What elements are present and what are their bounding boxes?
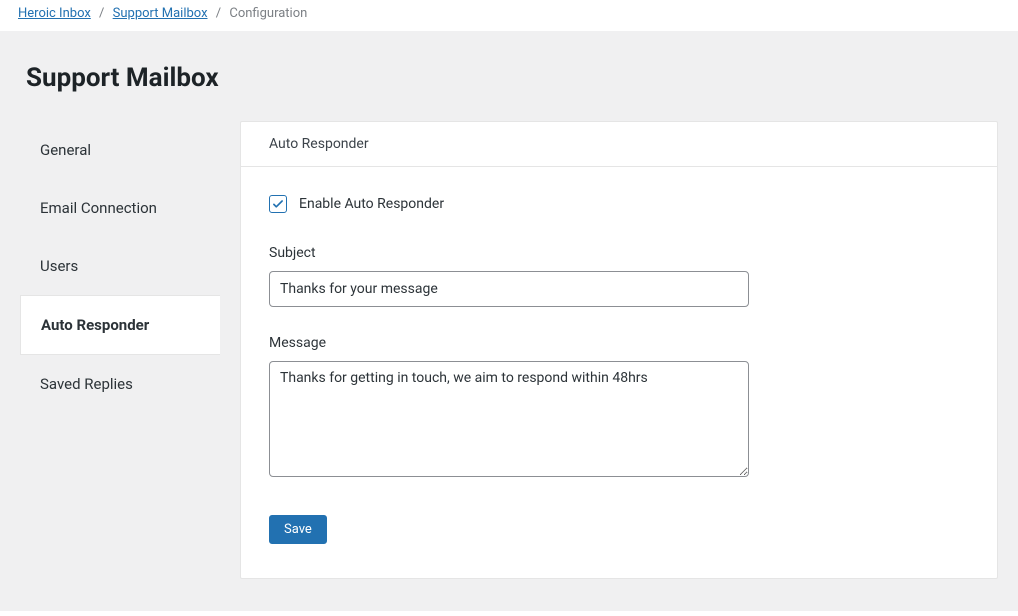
sidebar-item-label: Email Connection [40, 199, 157, 217]
check-icon [272, 198, 284, 210]
message-textarea[interactable] [269, 361, 749, 477]
breadcrumb-link-heroic-inbox[interactable]: Heroic Inbox [18, 6, 91, 21]
save-button[interactable]: Save [269, 515, 327, 544]
panel-header: Auto Responder [241, 122, 997, 167]
sidebar-item-label: General [40, 141, 91, 159]
message-field-group: Message [269, 335, 969, 481]
enable-auto-responder-row: Enable Auto Responder [269, 195, 969, 213]
sidebar-item-label: Users [40, 257, 78, 275]
content-wrap: Support Mailbox General Email Connection… [0, 31, 1018, 611]
subject-input[interactable] [269, 271, 749, 307]
panel-body: Enable Auto Responder Subject Message Sa… [241, 167, 997, 578]
sidebar-item-auto-responder[interactable]: Auto Responder [20, 295, 220, 355]
sidebar: General Email Connection Users Auto Resp… [20, 121, 220, 579]
breadcrumb-current: Configuration [229, 6, 307, 21]
breadcrumb: Heroic Inbox / Support Mailbox / Configu… [0, 0, 1018, 31]
sidebar-item-email-connection[interactable]: Email Connection [20, 179, 220, 237]
breadcrumb-separator: / [216, 6, 221, 21]
settings-panel: Auto Responder Enable Auto Responder Sub… [240, 121, 998, 579]
sidebar-item-saved-replies[interactable]: Saved Replies [20, 355, 220, 413]
enable-auto-responder-checkbox[interactable] [269, 195, 287, 213]
sidebar-item-general[interactable]: General [20, 121, 220, 179]
sidebar-item-label: Saved Replies [40, 375, 133, 393]
sidebar-item-label: Auto Responder [41, 316, 149, 334]
breadcrumb-separator: / [99, 6, 104, 21]
layout: General Email Connection Users Auto Resp… [20, 121, 998, 579]
subject-label: Subject [269, 245, 969, 261]
subject-field-group: Subject [269, 245, 969, 307]
message-label: Message [269, 335, 969, 351]
enable-auto-responder-label: Enable Auto Responder [299, 196, 444, 212]
page-title: Support Mailbox [26, 63, 998, 93]
sidebar-item-users[interactable]: Users [20, 237, 220, 295]
breadcrumb-link-support-mailbox[interactable]: Support Mailbox [113, 6, 208, 21]
